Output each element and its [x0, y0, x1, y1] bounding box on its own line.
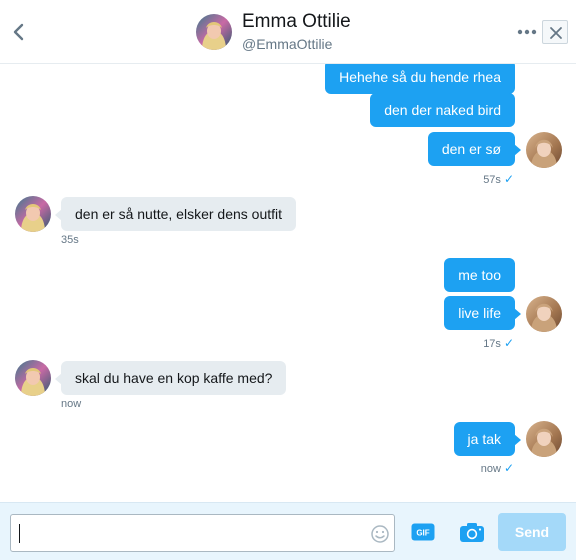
- back-button[interactable]: [10, 20, 30, 44]
- send-button[interactable]: Send: [498, 513, 566, 551]
- my-avatar[interactable]: [526, 132, 562, 168]
- my-avatar[interactable]: [526, 421, 562, 457]
- message-timestamp: 57s ✓: [483, 172, 514, 186]
- chevron-left-icon: [13, 23, 24, 41]
- message-bubble-sent[interactable]: ja tak: [453, 422, 522, 456]
- contact-message-avatar[interactable]: [15, 360, 51, 396]
- emoji-icon: [371, 525, 389, 543]
- conversation-header: Emma Ottilie @EmmaOttilie: [0, 0, 576, 64]
- message-bubble-sent[interactable]: live life: [444, 296, 521, 330]
- contact-handle[interactable]: @EmmaOttilie: [242, 36, 332, 52]
- gif-label: GIF: [416, 529, 429, 538]
- message-bubble-sent[interactable]: me too: [444, 258, 515, 292]
- message-bubble-sent[interactable]: den er sø: [427, 132, 522, 166]
- gif-button[interactable]: GIF: [411, 522, 435, 542]
- close-button[interactable]: [542, 20, 568, 44]
- message-timestamp: now ✓: [481, 461, 514, 475]
- message-bubble-received[interactable]: skal du have en kop kaffe med?: [54, 361, 287, 395]
- timestamp-text: now: [480, 463, 501, 475]
- gif-icon: GIF: [411, 523, 435, 541]
- contact-avatar[interactable]: [196, 14, 232, 50]
- read-check-icon: ✓: [503, 336, 514, 350]
- timestamp-text: 57s: [483, 174, 501, 186]
- read-check-icon: ✓: [503, 461, 514, 475]
- contact-message-avatar[interactable]: [15, 196, 51, 232]
- close-icon: [550, 27, 562, 39]
- timestamp-text: 17s: [483, 338, 501, 350]
- emoji-button[interactable]: [370, 524, 390, 544]
- camera-icon: [460, 523, 484, 542]
- message-bubble-sent[interactable]: den der naked bird: [370, 93, 515, 127]
- message-composer: [0, 502, 576, 560]
- more-options-button[interactable]: [516, 22, 538, 42]
- message-timestamp: now: [61, 398, 82, 410]
- message-input[interactable]: [10, 514, 395, 552]
- more-dots-icon: [517, 29, 537, 35]
- message-timestamp: 35s: [61, 234, 79, 246]
- contact-name[interactable]: Emma Ottilie: [242, 11, 351, 33]
- text-caret: [19, 524, 20, 543]
- message-bubble-received[interactable]: den er så nutte, elsker dens outfit: [54, 197, 297, 231]
- read-check-icon: ✓: [503, 172, 514, 186]
- camera-button[interactable]: [459, 521, 485, 543]
- message-list[interactable]: Hehehe så du hende rhea den der naked bi…: [0, 64, 576, 502]
- my-avatar[interactable]: [526, 296, 562, 332]
- message-bubble-sent[interactable]: Hehehe så du hende rhea: [325, 64, 515, 94]
- message-timestamp: 17s ✓: [483, 336, 514, 350]
